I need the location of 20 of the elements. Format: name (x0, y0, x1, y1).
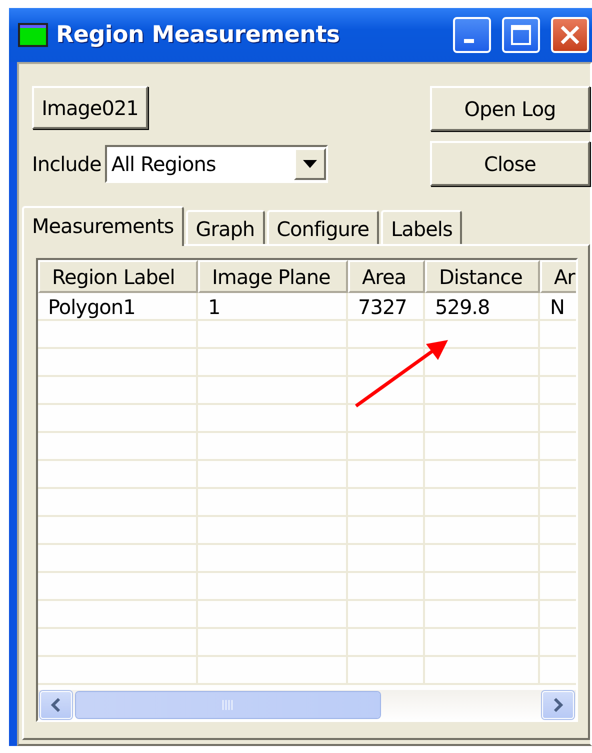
column-header[interactable]: Region Label (38, 260, 198, 293)
include-dropdown[interactable]: All Regions (105, 144, 328, 182)
tab[interactable]: Configure (266, 210, 380, 244)
column-header[interactable]: Ar (540, 260, 576, 293)
table-cell: 529.8 (425, 293, 540, 321)
table-cell: N (540, 293, 576, 321)
tab[interactable]: Labels (381, 210, 462, 244)
tab[interactable]: Graph (186, 210, 265, 244)
table-cell: 7327 (348, 293, 425, 321)
column-header[interactable]: Image Plane (198, 260, 348, 293)
include-label: Include (32, 152, 102, 176)
image-button[interactable]: Image021 (32, 86, 148, 129)
table-cell: 1 (198, 293, 348, 321)
open-log-button[interactable]: Open Log (430, 86, 590, 131)
close-button[interactable]: Close (430, 141, 590, 186)
tab[interactable]: Measurements (22, 206, 184, 246)
column-header[interactable]: Distance (425, 260, 540, 293)
column-header[interactable]: Area (348, 260, 425, 293)
window-title: Region Measurements (56, 22, 341, 48)
table-cell: Polygon1 (38, 293, 198, 321)
